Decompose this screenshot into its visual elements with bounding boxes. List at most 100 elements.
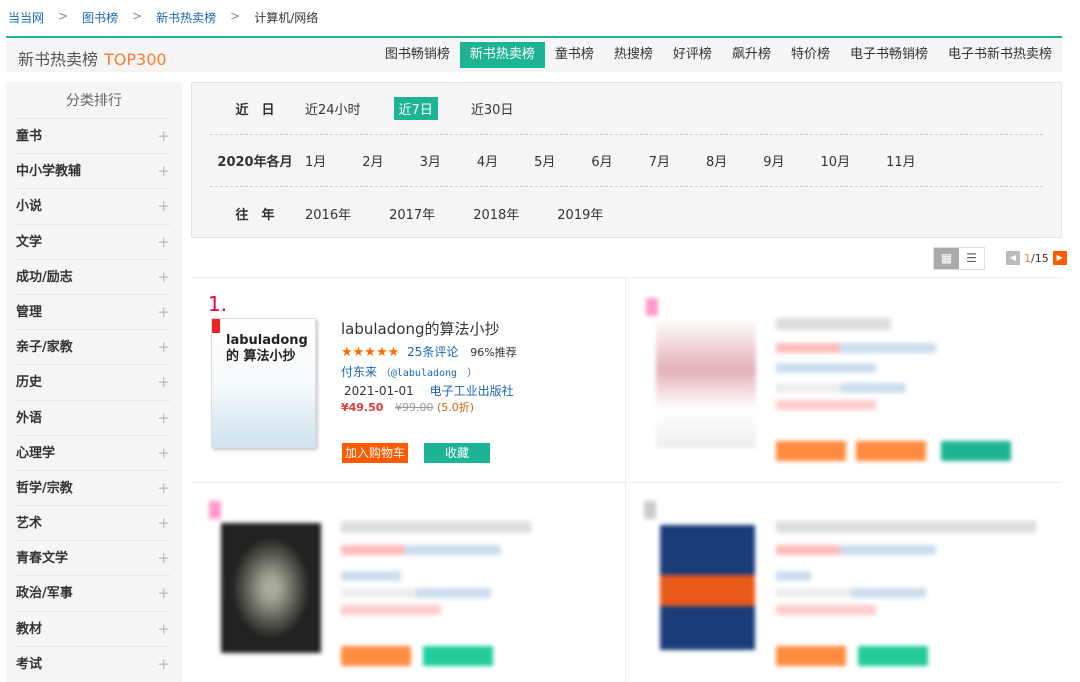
grid-view-icon[interactable]: ▦ (934, 248, 959, 269)
add-to-cart-button[interactable] (341, 646, 411, 666)
sidebar-item[interactable]: 童书 + (16, 118, 170, 153)
expand-icon[interactable]: + (157, 436, 170, 470)
tab-1[interactable]: 新书热卖榜 (459, 42, 545, 68)
expand-icon[interactable]: + (157, 189, 170, 223)
breadcrumb-newbooks[interactable]: 新书热卖榜 (156, 9, 216, 26)
filter-option-months[interactable]: 2月 (357, 149, 388, 172)
sidebar-item[interactable]: 青春文学 + (16, 540, 170, 575)
filter-option-months[interactable]: 6月 (586, 149, 617, 172)
publisher-blurred (776, 588, 926, 598)
sidebar-item[interactable]: 哲学/宗教 + (16, 469, 170, 505)
add-to-cart-button[interactable] (776, 441, 846, 461)
rating-blurred (776, 545, 936, 555)
expand-icon[interactable]: + (157, 541, 170, 575)
filter-option-months[interactable]: 9月 (758, 149, 789, 172)
sidebar-item[interactable]: 历史 + (16, 364, 170, 399)
filter-option-years[interactable]: 2018年 (468, 202, 524, 225)
book-cover[interactable] (660, 525, 755, 650)
author-alias[interactable]: （@labuladong ） (381, 368, 477, 379)
filter-option-recent[interactable]: 近24小时 (300, 97, 366, 120)
filter-option-months[interactable]: 8月 (701, 149, 732, 172)
filter-option-recent[interactable]: 近30日 (466, 97, 519, 120)
page-title: 新书热卖榜 TOP300 (18, 46, 167, 70)
expand-icon[interactable]: + (157, 471, 170, 505)
add-to-cart-button[interactable] (776, 646, 846, 666)
sidebar-item[interactable]: 文学 + (16, 223, 170, 259)
expand-icon[interactable]: + (157, 225, 170, 259)
original-price: ¥99.00 (394, 401, 434, 414)
sidebar-item[interactable]: 考试 + (16, 645, 170, 681)
book-cover[interactable]: labuladong的 算法小抄 (211, 318, 316, 448)
favorite-button[interactable]: 收藏 (424, 443, 490, 463)
sidebar-item-label: 亲子/家教 (16, 340, 73, 356)
expand-icon[interactable]: + (157, 612, 170, 646)
sidebar-item-label: 艺术 (16, 516, 43, 532)
book-title[interactable]: labuladong的算法小抄 (341, 318, 499, 339)
breadcrumb-home[interactable]: 当当网 (8, 9, 44, 26)
sidebar-item-label: 外语 (16, 410, 43, 426)
expand-icon[interactable]: + (157, 260, 170, 294)
filter-option-months[interactable]: 7月 (644, 149, 675, 172)
breadcrumb: 当当网 > 图书榜 > 新书热卖榜 > 计算机/网络 (8, 9, 318, 26)
tab-4[interactable]: 好评榜 (663, 42, 722, 68)
buy-button[interactable] (856, 441, 926, 461)
list-view-icon[interactable]: ☰ (959, 248, 984, 269)
filter-option-months[interactable]: 10月 (816, 149, 856, 172)
expand-icon[interactable]: + (157, 365, 170, 399)
title-text: 新书热卖榜 (18, 50, 99, 69)
reviews-link[interactable]: 25条评论 (407, 345, 458, 359)
expand-icon[interactable]: + (157, 647, 170, 681)
sidebar-item[interactable]: 亲子/家教 + (16, 329, 170, 364)
filter-option-months[interactable]: 5月 (529, 149, 560, 172)
favorite-button[interactable] (941, 441, 1011, 461)
filter-option-months[interactable]: 3月 (415, 149, 446, 172)
filter-option-months[interactable]: 4月 (472, 149, 503, 172)
rank-blurred (644, 501, 656, 519)
tab-3[interactable]: 热搜榜 (604, 42, 663, 68)
sidebar-item[interactable]: 艺术 + (16, 505, 170, 540)
author-link[interactable]: 付东来 (341, 365, 377, 379)
prev-page-icon[interactable]: ◀ (1006, 251, 1020, 265)
expand-icon[interactable]: + (157, 401, 170, 435)
breadcrumb-sep: > (132, 9, 143, 23)
filter-option-years[interactable]: 2016年 (300, 202, 356, 225)
publisher-blurred (776, 383, 906, 393)
filter-option-years[interactable]: 2019年 (552, 202, 608, 225)
tab-2[interactable]: 童书榜 (545, 42, 604, 68)
tab-7[interactable]: 电子书畅销榜 (840, 42, 938, 68)
publish-date: 2021-01-01 (344, 384, 414, 398)
book-card-blurred (626, 278, 1061, 483)
author-blurred (776, 571, 811, 581)
sidebar-item[interactable]: 成功/励志 + (16, 258, 170, 294)
sidebar-item[interactable]: 外语 + (16, 399, 170, 435)
expand-icon[interactable]: + (157, 119, 170, 153)
favorite-button[interactable] (423, 646, 493, 666)
favorite-button[interactable] (858, 646, 928, 666)
expand-icon[interactable]: + (157, 154, 170, 188)
sidebar-item[interactable]: 教材 + (16, 610, 170, 646)
book-cover[interactable] (221, 523, 321, 653)
add-to-cart-button[interactable]: 加入购物车 (342, 443, 408, 463)
expand-icon[interactable]: + (157, 576, 170, 610)
sidebar-item[interactable]: 管理 + (16, 293, 170, 329)
expand-icon[interactable]: + (157, 330, 170, 364)
breadcrumb-books[interactable]: 图书榜 (82, 9, 118, 26)
filter-label-months: 2020年各月 (217, 155, 293, 170)
next-page-icon[interactable]: ▶ (1052, 251, 1067, 265)
sidebar-item[interactable]: 中小学教辅 + (16, 153, 170, 188)
tab-5[interactable]: 飙升榜 (722, 42, 781, 68)
sidebar-item[interactable]: 政治/军事 + (16, 575, 170, 610)
book-cover[interactable] (656, 318, 756, 448)
tab-0[interactable]: 图书畅销榜 (375, 42, 460, 68)
expand-icon[interactable]: + (157, 295, 170, 329)
tab-8[interactable]: 电子书新书热卖榜 (938, 42, 1062, 68)
sidebar-item[interactable]: 小说 + (16, 188, 170, 223)
publisher-link[interactable]: 电子工业出版社 (430, 384, 514, 398)
sidebar-item[interactable]: 心理学 + (16, 434, 170, 470)
filter-option-recent[interactable]: 近7日 (393, 97, 438, 120)
expand-icon[interactable]: + (157, 506, 170, 540)
filter-option-months[interactable]: 1月 (300, 149, 331, 172)
filter-option-months[interactable]: 11月 (881, 149, 921, 172)
filter-option-years[interactable]: 2017年 (384, 202, 440, 225)
tab-6[interactable]: 特价榜 (781, 42, 840, 68)
